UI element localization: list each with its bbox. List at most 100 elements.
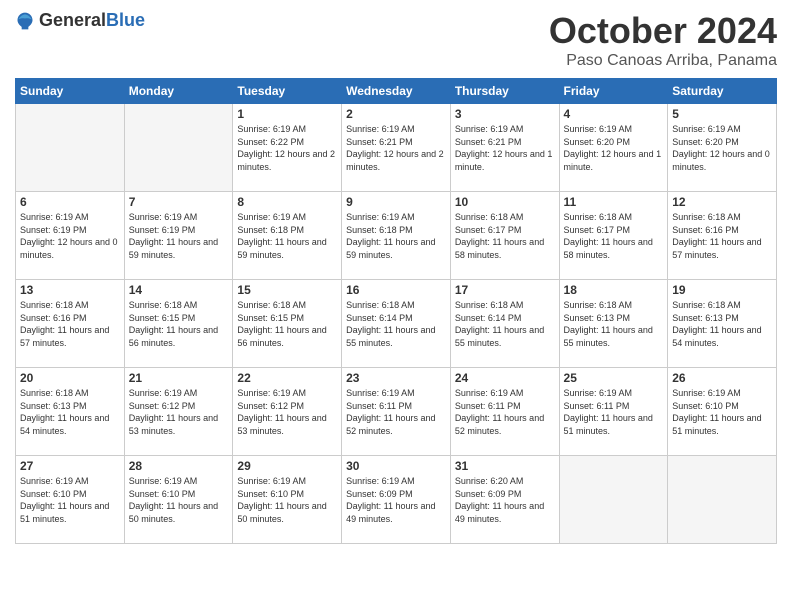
- day-cell: [559, 456, 668, 544]
- week-row-4: 20 Sunrise: 6:18 AMSunset: 6:13 PMDayligh…: [16, 368, 777, 456]
- day-number: 19: [672, 283, 772, 297]
- day-info: Sunrise: 6:19 AMSunset: 6:10 PMDaylight:…: [672, 387, 772, 437]
- day-cell: 12Sunrise: 6:18 AMSunset: 6:16 PMDayligh…: [668, 192, 777, 280]
- day-cell: 11Sunrise: 6:18 AMSunset: 6:17 PMDayligh…: [559, 192, 668, 280]
- day-cell: 30 Sunrise: 6:19 AMSunset: 6:09 PMDayligh…: [342, 456, 451, 544]
- day-info: Sunrise: 6:19 AMSunset: 6:19 PMDaylight:…: [129, 211, 229, 261]
- day-cell: [16, 104, 125, 192]
- day-cell: 25Sunrise: 6:19 AMSunset: 6:11 PMDayligh…: [559, 368, 668, 456]
- location-title: Paso Canoas Arriba, Panama: [549, 52, 777, 70]
- day-number: 5: [672, 107, 772, 121]
- day-number: 18: [564, 283, 664, 297]
- col-header-monday: Monday: [124, 79, 233, 104]
- week-row-5: 27 Sunrise: 6:19 AMSunset: 6:10 PMDayligh…: [16, 456, 777, 544]
- day-cell: 27 Sunrise: 6:19 AMSunset: 6:10 PMDayligh…: [16, 456, 125, 544]
- day-info: Sunrise: 6:19 AMSunset: 6:11 PMDaylight:…: [455, 387, 555, 437]
- day-info: Sunrise: 6:19 AMSunset: 6:12 PMDaylight:…: [237, 387, 337, 437]
- day-info: Sunrise: 6:19 AMSunset: 6:20 PMDaylight:…: [672, 123, 772, 173]
- day-info: Sunrise: 6:18 AMSunset: 6:13 PMDaylight:…: [672, 299, 772, 349]
- day-cell: 18 Sunrise: 6:18 AMSunset: 6:13 PMDayligh…: [559, 280, 668, 368]
- day-info: Sunrise: 6:19 AMSunset: 6:22 PMDaylight:…: [237, 123, 337, 173]
- day-info: Sunrise: 6:20 AMSunset: 6:09 PMDaylight:…: [455, 475, 555, 525]
- title-block: October 2024 Paso Canoas Arriba, Panama: [549, 10, 777, 70]
- logo-blue: Blue: [106, 10, 145, 30]
- day-cell: 14Sunrise: 6:18 AMSunset: 6:15 PMDayligh…: [124, 280, 233, 368]
- col-header-saturday: Saturday: [668, 79, 777, 104]
- page-header: GeneralBlue October 2024 Paso Canoas Arr…: [15, 10, 777, 70]
- day-info: Sunrise: 6:18 AMSunset: 6:14 PMDaylight:…: [455, 299, 555, 349]
- day-cell: 5 Sunrise: 6:19 AMSunset: 6:20 PMDaylight…: [668, 104, 777, 192]
- day-info: Sunrise: 6:18 AMSunset: 6:13 PMDaylight:…: [20, 387, 120, 437]
- day-number: 15: [237, 283, 337, 297]
- day-info: Sunrise: 6:19 AMSunset: 6:18 PMDaylight:…: [237, 211, 337, 261]
- day-cell: [124, 104, 233, 192]
- day-number: 20: [20, 371, 120, 385]
- day-info: Sunrise: 6:19 AMSunset: 6:18 PMDaylight:…: [346, 211, 446, 261]
- day-number: 10: [455, 195, 555, 209]
- day-cell: 7 Sunrise: 6:19 AMSunset: 6:19 PMDaylight…: [124, 192, 233, 280]
- day-cell: 4 Sunrise: 6:19 AMSunset: 6:20 PMDaylight…: [559, 104, 668, 192]
- day-number: 2: [346, 107, 446, 121]
- day-number: 26: [672, 371, 772, 385]
- day-info: Sunrise: 6:19 AMSunset: 6:21 PMDaylight:…: [346, 123, 446, 173]
- day-number: 14: [129, 283, 229, 297]
- day-cell: 17 Sunrise: 6:18 AMSunset: 6:14 PMDayligh…: [450, 280, 559, 368]
- week-row-1: 1 Sunrise: 6:19 AMSunset: 6:22 PMDaylight…: [16, 104, 777, 192]
- logo: GeneralBlue: [15, 10, 145, 31]
- day-number: 28: [129, 459, 229, 473]
- calendar-table: SundayMondayTuesdayWednesdayThursdayFrid…: [15, 78, 777, 544]
- week-row-2: 6 Sunrise: 6:19 AMSunset: 6:19 PMDaylight…: [16, 192, 777, 280]
- day-cell: 31Sunrise: 6:20 AMSunset: 6:09 PMDayligh…: [450, 456, 559, 544]
- day-cell: 20 Sunrise: 6:18 AMSunset: 6:13 PMDayligh…: [16, 368, 125, 456]
- day-cell: 22 Sunrise: 6:19 AMSunset: 6:12 PMDayligh…: [233, 368, 342, 456]
- day-info: Sunrise: 6:19 AMSunset: 6:12 PMDaylight:…: [129, 387, 229, 437]
- day-cell: 6 Sunrise: 6:19 AMSunset: 6:19 PMDaylight…: [16, 192, 125, 280]
- day-cell: 19 Sunrise: 6:18 AMSunset: 6:13 PMDayligh…: [668, 280, 777, 368]
- day-info: Sunrise: 6:18 AMSunset: 6:13 PMDaylight:…: [564, 299, 664, 349]
- col-header-friday: Friday: [559, 79, 668, 104]
- calendar-header-row: SundayMondayTuesdayWednesdayThursdayFrid…: [16, 79, 777, 104]
- day-number: 16: [346, 283, 446, 297]
- day-info: Sunrise: 6:19 AMSunset: 6:09 PMDaylight:…: [346, 475, 446, 525]
- day-number: 9: [346, 195, 446, 209]
- day-number: 1: [237, 107, 337, 121]
- day-number: 17: [455, 283, 555, 297]
- day-number: 23: [346, 371, 446, 385]
- day-cell: 24Sunrise: 6:19 AMSunset: 6:11 PMDayligh…: [450, 368, 559, 456]
- day-cell: 9 Sunrise: 6:19 AMSunset: 6:18 PMDaylight…: [342, 192, 451, 280]
- day-number: 13: [20, 283, 120, 297]
- day-number: 6: [20, 195, 120, 209]
- day-cell: 2 Sunrise: 6:19 AMSunset: 6:21 PMDaylight…: [342, 104, 451, 192]
- logo-icon: [15, 11, 35, 31]
- month-title: October 2024: [549, 10, 777, 52]
- day-number: 22: [237, 371, 337, 385]
- week-row-3: 13 Sunrise: 6:18 AMSunset: 6:16 PMDayligh…: [16, 280, 777, 368]
- day-cell: 29Sunrise: 6:19 AMSunset: 6:10 PMDayligh…: [233, 456, 342, 544]
- day-cell: 13 Sunrise: 6:18 AMSunset: 6:16 PMDayligh…: [16, 280, 125, 368]
- day-info: Sunrise: 6:18 AMSunset: 6:16 PMDaylight:…: [20, 299, 120, 349]
- day-number: 11: [564, 195, 664, 209]
- day-cell: 28Sunrise: 6:19 AMSunset: 6:10 PMDayligh…: [124, 456, 233, 544]
- day-info: Sunrise: 6:19 AMSunset: 6:19 PMDaylight:…: [20, 211, 120, 261]
- day-cell: 21 Sunrise: 6:19 AMSunset: 6:12 PMDayligh…: [124, 368, 233, 456]
- day-info: Sunrise: 6:19 AMSunset: 6:20 PMDaylight:…: [564, 123, 664, 173]
- logo-text: GeneralBlue: [39, 10, 145, 31]
- day-info: Sunrise: 6:19 AMSunset: 6:10 PMDaylight:…: [20, 475, 120, 525]
- day-number: 27: [20, 459, 120, 473]
- day-number: 7: [129, 195, 229, 209]
- day-cell: 10Sunrise: 6:18 AMSunset: 6:17 PMDayligh…: [450, 192, 559, 280]
- col-header-wednesday: Wednesday: [342, 79, 451, 104]
- day-number: 3: [455, 107, 555, 121]
- day-number: 4: [564, 107, 664, 121]
- day-cell: 8Sunrise: 6:19 AMSunset: 6:18 PMDaylight…: [233, 192, 342, 280]
- day-info: Sunrise: 6:19 AMSunset: 6:11 PMDaylight:…: [346, 387, 446, 437]
- day-cell: 23 Sunrise: 6:19 AMSunset: 6:11 PMDayligh…: [342, 368, 451, 456]
- col-header-tuesday: Tuesday: [233, 79, 342, 104]
- day-cell: 26 Sunrise: 6:19 AMSunset: 6:10 PMDayligh…: [668, 368, 777, 456]
- day-number: 21: [129, 371, 229, 385]
- day-number: 29: [237, 459, 337, 473]
- day-info: Sunrise: 6:18 AMSunset: 6:15 PMDaylight:…: [237, 299, 337, 349]
- day-cell: 16Sunrise: 6:18 AMSunset: 6:14 PMDayligh…: [342, 280, 451, 368]
- day-number: 30: [346, 459, 446, 473]
- logo-general: General: [39, 10, 106, 30]
